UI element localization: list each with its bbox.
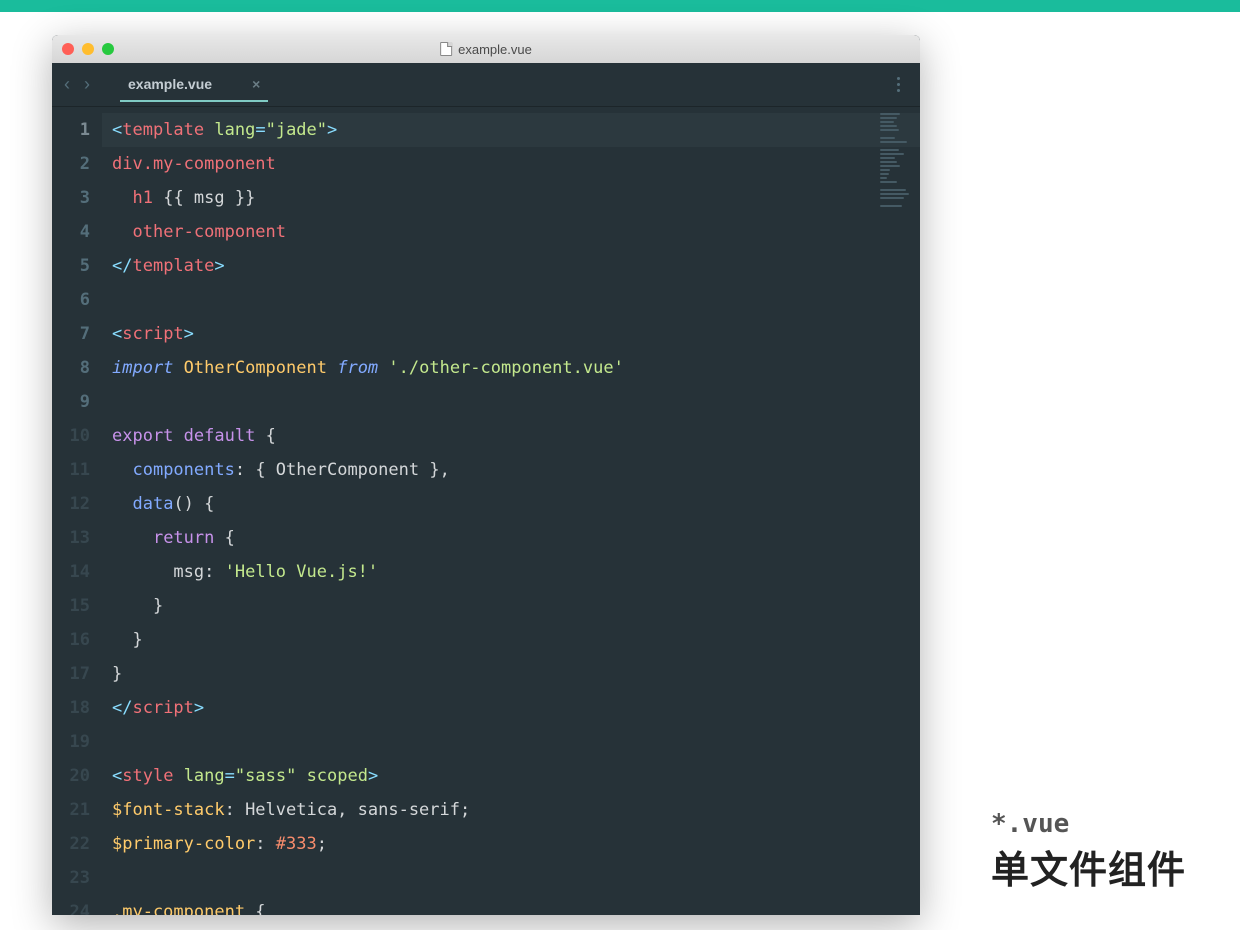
window-title: example.vue: [440, 42, 532, 57]
slide-caption: *.vue 单文件组件: [991, 809, 1186, 894]
tab-close-icon[interactable]: ×: [252, 76, 260, 92]
minimap-line: [880, 197, 904, 199]
line-number: 10: [52, 419, 102, 453]
editor-window: example.vue ‹ › example.vue × 1234567891…: [52, 35, 920, 915]
code-line[interactable]: $primary-color: #333;: [112, 827, 920, 861]
line-number: 3: [52, 181, 102, 215]
code-line[interactable]: return {: [112, 521, 920, 555]
line-number: 12: [52, 487, 102, 521]
line-number: 4: [52, 215, 102, 249]
minimap-line: [880, 177, 887, 179]
code-line[interactable]: [112, 283, 920, 317]
code-line[interactable]: [112, 725, 920, 759]
code-line[interactable]: components: { OtherComponent },: [112, 453, 920, 487]
code-line[interactable]: h1 {{ msg }}: [112, 181, 920, 215]
code-line[interactable]: div.my-component: [112, 147, 920, 181]
code-line[interactable]: </template>: [112, 249, 920, 283]
line-number: 24: [52, 895, 102, 915]
minimap-line: [880, 153, 904, 155]
minimap-line: [880, 141, 907, 143]
more-menu-icon[interactable]: [897, 77, 900, 92]
caption-line-2: 单文件组件: [991, 839, 1186, 894]
minimap-line: [880, 125, 897, 127]
minimap-line: [880, 173, 889, 175]
code-content[interactable]: <template lang="jade">div.my-component h…: [102, 107, 920, 915]
file-icon: [440, 42, 452, 56]
code-line[interactable]: export default {: [112, 419, 920, 453]
line-number: 11: [52, 453, 102, 487]
line-number: 7: [52, 317, 102, 351]
code-line[interactable]: <template lang="jade">: [102, 113, 920, 147]
minimap-line: [880, 169, 890, 171]
minimap-line: [880, 205, 902, 207]
code-line[interactable]: }: [112, 623, 920, 657]
line-number: 20: [52, 759, 102, 793]
code-line[interactable]: import OtherComponent from './other-comp…: [112, 351, 920, 385]
minimap-line: [880, 189, 906, 191]
minimap-line: [880, 117, 897, 119]
page-accent-bar: [0, 0, 1240, 12]
tab-label: example.vue: [128, 76, 212, 92]
code-line[interactable]: other-component: [112, 215, 920, 249]
nav-arrows: ‹ ›: [64, 74, 90, 95]
minimap-line: [880, 129, 899, 131]
code-line[interactable]: [112, 385, 920, 419]
tab-active[interactable]: example.vue ×: [120, 76, 268, 102]
code-line[interactable]: .my-component {: [112, 895, 920, 915]
line-number: 22: [52, 827, 102, 861]
minimap[interactable]: [878, 109, 916, 211]
line-number: 14: [52, 555, 102, 589]
nav-forward-icon[interactable]: ›: [84, 74, 90, 95]
minimap-line: [880, 161, 897, 163]
minimap-line: [880, 137, 895, 139]
window-title-text: example.vue: [458, 42, 532, 57]
line-number: 16: [52, 623, 102, 657]
line-number: 17: [52, 657, 102, 691]
minimap-line: [880, 121, 894, 123]
minimize-window-button[interactable]: [82, 43, 94, 55]
traffic-lights: [62, 43, 114, 55]
editor-area[interactable]: 123456789101112131415161718192021222324 …: [52, 107, 920, 915]
line-number: 8: [52, 351, 102, 385]
line-number: 1: [52, 113, 102, 147]
zoom-window-button[interactable]: [102, 43, 114, 55]
line-number: 2: [52, 147, 102, 181]
code-line[interactable]: <style lang="sass" scoped>: [112, 759, 920, 793]
line-number: 9: [52, 385, 102, 419]
minimap-line: [880, 165, 900, 167]
code-line[interactable]: </script>: [112, 691, 920, 725]
code-line[interactable]: [112, 861, 920, 895]
code-line[interactable]: }: [112, 589, 920, 623]
code-line[interactable]: }: [112, 657, 920, 691]
code-line[interactable]: msg: 'Hello Vue.js!': [112, 555, 920, 589]
line-number: 23: [52, 861, 102, 895]
minimap-line: [880, 193, 909, 195]
code-line[interactable]: <script>: [112, 317, 920, 351]
close-window-button[interactable]: [62, 43, 74, 55]
line-number: 21: [52, 793, 102, 827]
line-number: 5: [52, 249, 102, 283]
line-number: 18: [52, 691, 102, 725]
line-number: 6: [52, 283, 102, 317]
code-line[interactable]: $font-stack: Helvetica, sans-serif;: [112, 793, 920, 827]
line-number: 15: [52, 589, 102, 623]
line-number: 19: [52, 725, 102, 759]
minimap-line: [880, 113, 900, 115]
minimap-line: [880, 149, 899, 151]
nav-back-icon[interactable]: ‹: [64, 74, 70, 95]
caption-line-1: *.vue: [991, 809, 1186, 839]
line-number: 13: [52, 521, 102, 555]
minimap-line: [880, 181, 897, 183]
minimap-line: [880, 157, 895, 159]
code-line[interactable]: data() {: [112, 487, 920, 521]
line-gutter: 123456789101112131415161718192021222324: [52, 107, 102, 915]
window-titlebar[interactable]: example.vue: [52, 35, 920, 63]
tab-bar: ‹ › example.vue ×: [52, 63, 920, 107]
